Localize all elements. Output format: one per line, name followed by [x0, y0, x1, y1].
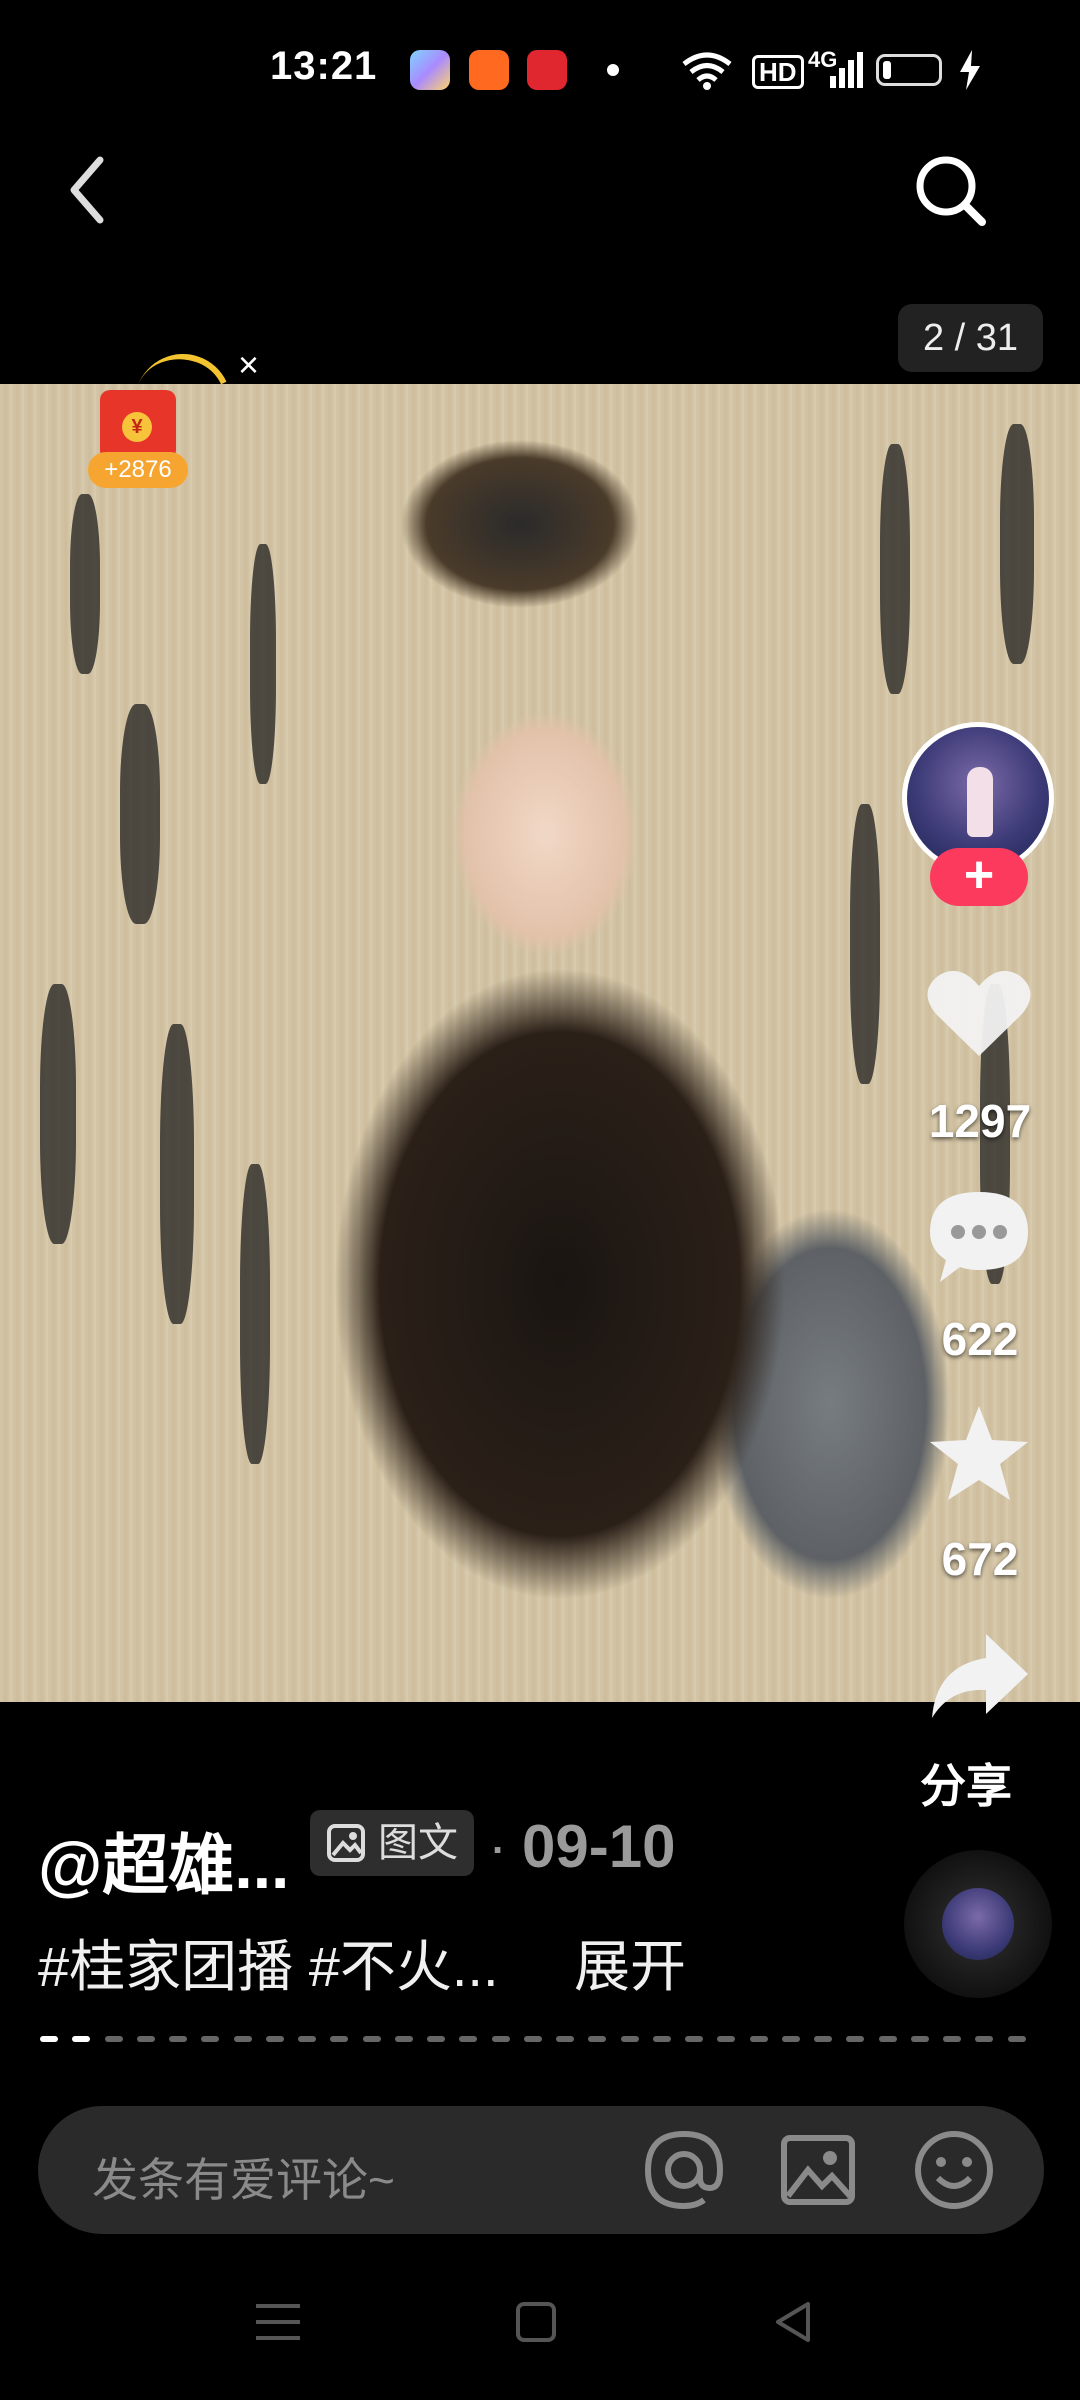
favorite-count: 672 [941, 1533, 1019, 1585]
signal-icon [830, 52, 863, 88]
slide-progress-segment [491, 2036, 510, 2042]
slide-progress-segment [1007, 2036, 1026, 2042]
slide-progress-segment [685, 2036, 704, 2042]
slide-progress-segment [459, 2036, 478, 2042]
hd-badge: HD [752, 55, 804, 89]
slide-progress-segment [330, 2036, 349, 2042]
image-type-icon [327, 1824, 365, 1862]
like-heart-icon[interactable] [924, 964, 1034, 1064]
slide-progress-segment [975, 2036, 994, 2042]
slide-progress-segment [265, 2036, 284, 2042]
red-packet-amount: +2876 [88, 452, 188, 488]
post-type-label: 图文 [378, 1821, 458, 1865]
like-count: 1297 [928, 1095, 1032, 1147]
home-nav-icon[interactable] [506, 2292, 566, 2352]
emoji-icon[interactable] [910, 2126, 998, 2214]
slide-progress-segment [201, 2036, 220, 2042]
slide-progress-segment [523, 2036, 542, 2042]
comment-icon[interactable] [924, 1186, 1034, 1286]
slide-progress-segment [588, 2036, 607, 2042]
red-packet-widget[interactable]: ¥ +2876 [88, 390, 188, 498]
wifi-icon [682, 52, 732, 90]
red-app-icon [527, 50, 567, 90]
slide-progress-segment [362, 2036, 381, 2042]
date-value: 09-10 [522, 1813, 676, 1880]
page-counter: 2 / 31 [898, 304, 1043, 372]
slide-progress-segment [136, 2036, 155, 2042]
back-chevron-icon[interactable] [60, 150, 120, 230]
slide-progress-segment [652, 2036, 671, 2042]
post-type-chip: 图文 [310, 1810, 474, 1876]
music-disc[interactable] [904, 1850, 1052, 1998]
comment-count: 622 [941, 1313, 1019, 1365]
gallery-app-icon [410, 50, 450, 90]
expand-button[interactable]: 展开 [574, 1922, 686, 2003]
notification-dot-icon [607, 64, 619, 76]
search-icon[interactable] [910, 150, 990, 230]
follow-button[interactable]: + [930, 848, 1028, 906]
slide-progress-segment [781, 2036, 800, 2042]
slide-progress-segment [394, 2036, 413, 2042]
slide-progress-segment [717, 2036, 736, 2042]
at-icon[interactable] [640, 2126, 728, 2214]
slide-progress-segment [846, 2036, 865, 2042]
status-bar: 13:21 HD 4G [0, 0, 1080, 140]
slide-progress-segment [104, 2036, 123, 2042]
slide-progress-segment [427, 2036, 446, 2042]
author-name[interactable]: @超雄... [38, 1812, 289, 1908]
post-hashtags[interactable]: #桂家团播 #不火... [38, 1922, 499, 2003]
image-icon[interactable] [774, 2126, 862, 2214]
back-nav-icon[interactable] [764, 2292, 824, 2352]
red-packet-close-icon[interactable]: × [238, 344, 259, 386]
date-separator: · [492, 1828, 506, 1873]
slide-progress-segment [40, 2036, 58, 2042]
battery-icon [876, 54, 942, 86]
slide-progress-segment [878, 2036, 897, 2042]
status-time: 13:21 [270, 44, 378, 88]
favorite-star-icon[interactable] [924, 1404, 1034, 1504]
coin-icon: ¥ [122, 412, 152, 442]
slide-progress-segment [814, 2036, 833, 2042]
orange-app-icon [469, 50, 509, 90]
comment-input-placeholder[interactable]: 发条有爱评论~ [92, 2144, 395, 2210]
share-arrow-icon[interactable] [924, 1626, 1034, 1726]
post-image[interactable] [0, 384, 1080, 1702]
menu-nav-icon[interactable] [248, 2292, 308, 2352]
charging-icon [960, 50, 980, 90]
share-label[interactable]: 分享 [920, 1750, 1012, 1816]
slide-progress-segment [749, 2036, 768, 2042]
slide-progress-segment [556, 2036, 575, 2042]
slide-progress-segment [72, 2036, 91, 2042]
slide-progress-segment [298, 2036, 317, 2042]
slide-progress-segment [233, 2036, 252, 2042]
slide-progress-segment [620, 2036, 639, 2042]
slide-progress-segment [169, 2036, 188, 2042]
post-date: · 09-10 [492, 1812, 675, 1881]
slide-progress-segment [943, 2036, 962, 2042]
slide-progress-indicator [40, 2036, 1040, 2042]
slide-progress-segment [910, 2036, 929, 2042]
